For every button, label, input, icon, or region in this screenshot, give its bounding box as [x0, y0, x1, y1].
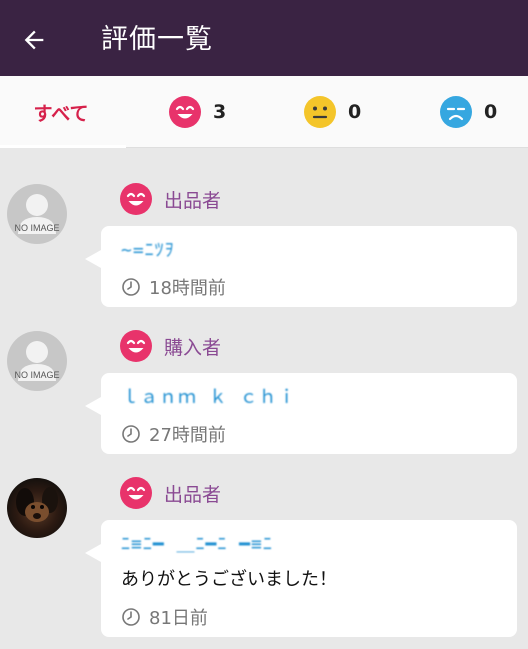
review-time-row: 81日前: [121, 604, 208, 630]
tab-bad[interactable]: 0: [440, 94, 497, 130]
reviewer-role: 出品者: [164, 483, 222, 506]
reviewer-role-row: 出品者: [120, 477, 221, 509]
no-image-label: NO IMAGE: [14, 370, 60, 380]
reviewer-role: 購入者: [164, 336, 222, 359]
sad-face-icon: [440, 96, 472, 128]
smile-face-icon: [120, 183, 152, 215]
back-button[interactable]: [14, 20, 54, 60]
tab-active-indicator: [0, 145, 126, 148]
reviewer-username[interactable]: ｌａｎｍ ｋ ｃｈｉ: [121, 383, 297, 409]
review-bubble: ｌａｎｍ ｋ ｃｈｉ 27時間前: [85, 373, 517, 454]
review-time: 27時間前: [149, 425, 226, 446]
clock-icon: [122, 425, 140, 443]
review-comment: ありがとうございました！: [121, 569, 337, 590]
dog-photo-icon: [16, 487, 58, 522]
good-count: 3: [213, 101, 227, 123]
page-title: 評価一覧: [101, 24, 213, 55]
tab-good[interactable]: 3: [169, 94, 226, 130]
arrow-left-icon: [24, 30, 44, 50]
reviewer-role: 出品者: [164, 189, 222, 212]
user-silhouette-icon: [18, 341, 56, 381]
bad-count: 0: [484, 101, 498, 123]
review-time-row: 18時間前: [121, 274, 226, 300]
clock-icon: [122, 608, 140, 626]
bubble-tail: [85, 544, 101, 562]
smile-face-icon: [120, 330, 152, 362]
tab-normal[interactable]: 0: [304, 94, 361, 130]
review-time: 18時間前: [149, 278, 226, 299]
review-time-row: 27時間前: [121, 421, 226, 447]
reviewer-username[interactable]: ~=ﾆﾂｦ: [121, 236, 175, 262]
reviewer-username[interactable]: ﾆ≡ﾆ━ ＿ﾆ━ﾆ ━≡ﾆ: [121, 530, 273, 556]
avatar[interactable]: [7, 478, 67, 538]
app-bar: 評価一覧: [0, 0, 528, 76]
reviewer-role-row: 購入者: [120, 330, 221, 362]
normal-count: 0: [348, 101, 362, 123]
reviewer-role-row: 出品者: [120, 183, 221, 215]
avatar[interactable]: NO IMAGE: [7, 331, 67, 391]
bubble-tail: [85, 250, 101, 268]
user-silhouette-icon: [18, 194, 56, 234]
smile-face-icon: [169, 96, 201, 128]
bubble-tail: [85, 397, 101, 415]
review-time: 81日前: [149, 608, 208, 629]
clock-icon: [122, 278, 140, 296]
smile-face-icon: [120, 477, 152, 509]
neutral-face-icon: [304, 96, 336, 128]
avatar[interactable]: NO IMAGE: [7, 184, 67, 244]
tab-all[interactable]: すべて: [0, 76, 122, 148]
no-image-label: NO IMAGE: [14, 223, 60, 233]
rating-filter-tabs: すべて 3 0 0: [0, 76, 528, 148]
review-bubble: ﾆ≡ﾆ━ ＿ﾆ━ﾆ ━≡ﾆ ありがとうございました！ 81日前: [85, 520, 517, 637]
review-bubble: ~=ﾆﾂｦ 18時間前: [85, 226, 517, 307]
tab-all-label: すべて: [33, 102, 89, 125]
